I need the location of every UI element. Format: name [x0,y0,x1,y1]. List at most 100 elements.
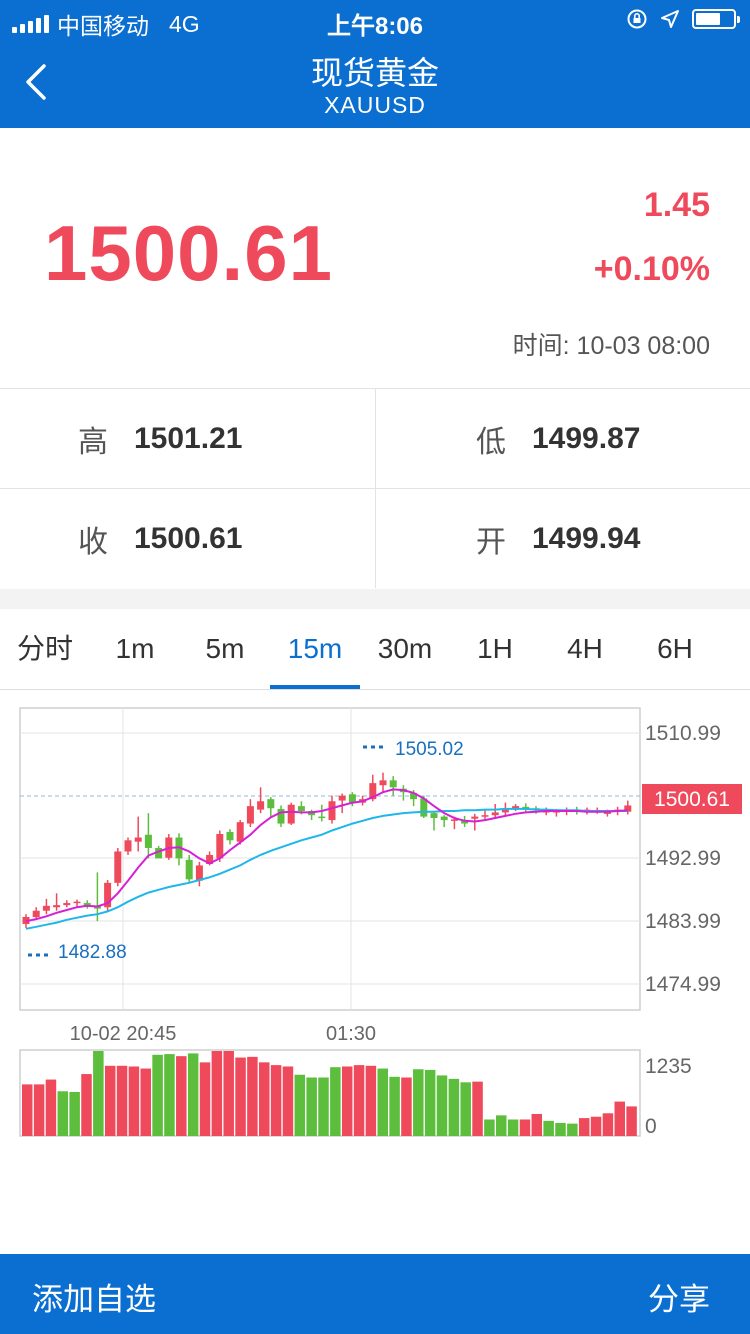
candle-body [134,837,142,842]
volume-bar [235,1057,246,1136]
candle-body [318,816,326,819]
volume-bar [519,1119,531,1136]
candle-body [124,840,132,852]
stat-high-value: 1501.21 [134,421,243,455]
candle-body [114,851,122,883]
volume-bar [543,1120,554,1136]
tab-4h[interactable]: 4H [540,609,630,689]
stat-low-value: 1499.87 [532,421,641,455]
stat-high-label: 高 [78,425,108,459]
tab-30m[interactable]: 30m [360,609,450,689]
tab-timeshare[interactable]: 分时 [0,609,90,689]
stat-open-value: 1499.94 [532,521,641,555]
stat-open-label: 开 [476,525,506,559]
x-tick-label: 10-02 20:45 [70,1023,177,1045]
volume-bar [436,1075,448,1136]
volume-bar [128,1066,140,1136]
tab-5m[interactable]: 5m [180,609,270,689]
volume-bar [306,1077,317,1136]
volume-bar [413,1069,424,1136]
y-tick-label: 1474.99 [645,973,721,996]
stat-open: 开 1499.94 [375,489,750,588]
chart-frame [19,707,641,1011]
symbol-code: XAUUSD [324,92,426,118]
candle-body [267,799,275,809]
max-price-label: 1505.02 [395,739,464,760]
volume-bar [365,1065,377,1136]
volume-bar [81,1074,92,1136]
min-marker: 1482.88 [28,942,127,963]
candle-body [430,813,438,818]
volume-bar [460,1082,471,1136]
volume-bar [69,1091,80,1136]
candle-body [73,901,81,904]
price-change: 1.45 [643,186,710,224]
volume-bar [318,1077,329,1136]
volume-bar [164,1054,175,1136]
share-button[interactable]: 分享 [648,1274,710,1319]
stat-low-label: 低 [476,425,506,459]
volume-bar [176,1056,187,1136]
quote-panel: 1500.61 1.45 +0.10% 时间: 10-03 08:00 [0,128,750,388]
current-price-tag-label: 1500.61 [654,788,730,811]
add-to-watchlist-button[interactable]: 添加自选 [32,1274,156,1319]
kline-chart[interactable]: 1505.02 1482.88 1510.99 1492.99 1483.99 … [0,690,750,1150]
candle-body [440,816,448,821]
y-tick-label: 1483.99 [645,910,721,933]
candle-body [216,834,224,859]
tab-1h[interactable]: 1H [450,609,540,689]
candle-body [389,780,397,788]
volume-bar [294,1074,306,1136]
location-icon [661,10,679,28]
volume-bar [567,1123,578,1136]
stat-close: 收 1500.61 [0,489,375,588]
quote-time-value: 10-03 08:00 [576,332,710,360]
candle-body [287,804,295,824]
x-tick-label: 01:30 [326,1023,376,1045]
orientation-lock-icon [627,9,647,29]
current-price: 1500.61 [44,209,333,297]
tab-15m[interactable]: 15m [270,609,360,689]
volume-bar [507,1119,519,1136]
y-tick-label: 1492.99 [645,847,721,870]
candle-body [246,806,254,824]
candle-body [63,903,71,906]
volume-bar [602,1113,614,1136]
volume-bar [531,1113,543,1136]
tab-6h[interactable]: 6H [630,609,720,689]
volume-bar [626,1106,637,1136]
candle-body [257,801,265,810]
volume-bar [341,1066,353,1136]
volume-bar [614,1101,625,1136]
volume-bar [22,1084,33,1136]
candle-body [226,831,234,841]
candle-body [277,808,285,824]
volume-bar [496,1115,507,1136]
candle-body [297,806,305,812]
volume-bar [45,1079,57,1136]
candle-body [471,816,479,819]
candle-body [42,905,50,911]
candle-body [32,910,40,917]
candle-body [53,905,61,908]
volume-bar [389,1076,400,1136]
volume-bar [140,1068,151,1136]
candle-body [185,859,193,880]
volume-bar [270,1065,282,1136]
volume-bar [57,1091,69,1136]
volume-bar [259,1062,270,1136]
volume-bar [555,1122,566,1136]
volume-bar [93,1051,104,1136]
interval-tabs: 分时 1m 5m 15m 30m 1H 4H 6H [0,609,750,690]
volume-tick-label: 1235 [645,1055,692,1078]
volume-bar [116,1065,128,1136]
volume-bar [424,1069,436,1136]
volume-bar [484,1119,495,1136]
volume-bar [247,1056,258,1136]
nav-bar: 现货黄金 XAUUSD [0,40,750,128]
volume-bar [223,1051,234,1136]
page-title: 现货黄金 [310,55,439,91]
status-bar: 中国移动 4G 上午8:06 [0,0,750,40]
battery-icon [692,9,740,29]
tab-1m[interactable]: 1m [90,609,180,689]
